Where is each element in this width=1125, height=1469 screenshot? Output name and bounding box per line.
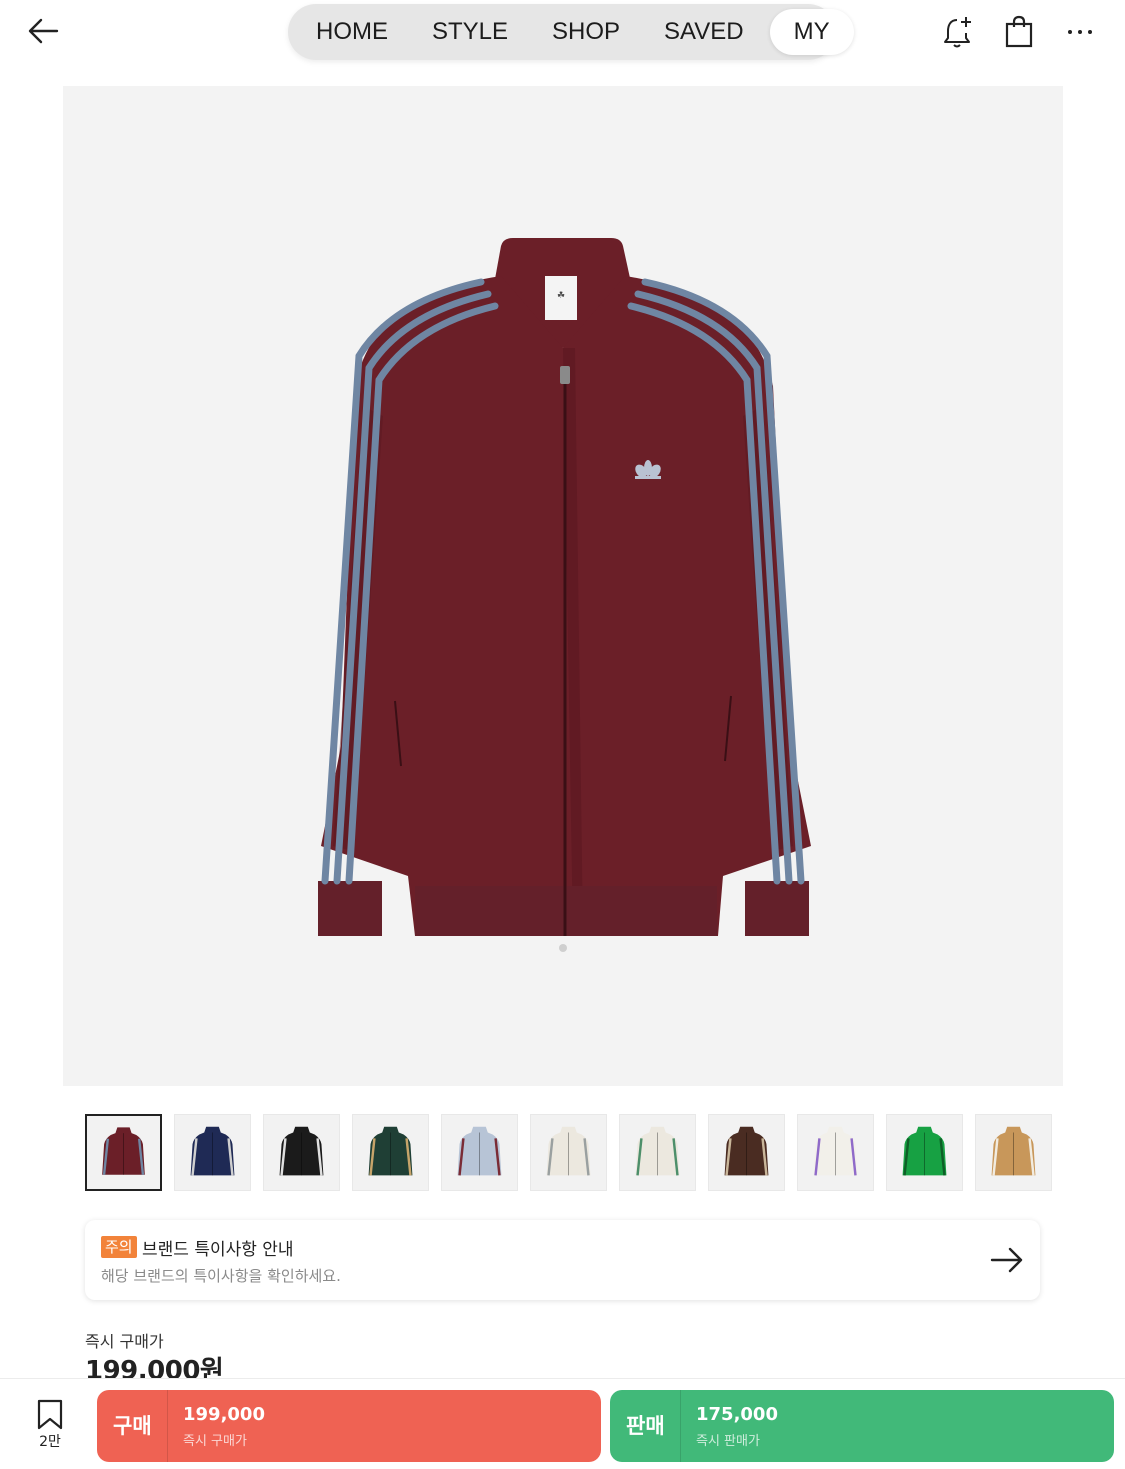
sell-button-price: 175,000 (696, 1404, 778, 1425)
jacket-thumbnail-image (457, 1126, 502, 1176)
color-thumbnail-3[interactable] (263, 1114, 340, 1191)
tab-home[interactable]: HOME (294, 9, 410, 55)
instant-buy-price-label: 즉시 구매가 (85, 1332, 164, 1351)
buy-button-price: 199,000 (183, 1404, 265, 1425)
sell-button-label: 판매 (626, 1414, 665, 1438)
buy-button-sub: 즉시 구매가 (183, 1434, 247, 1449)
color-thumbnail-6[interactable] (530, 1114, 607, 1191)
sell-button[interactable]: 판매 175,000 즉시 판매가 (610, 1390, 1114, 1462)
jacket-thumbnail-image (368, 1126, 413, 1176)
notice-subtitle: 해당 브랜드의 특이사항을 확인하세요. (101, 1267, 341, 1285)
bell-plus-icon (944, 17, 971, 48)
main-nav: HOME STYLE SHOP SAVED MY (288, 4, 854, 60)
shopping-bag-icon (1005, 15, 1033, 48)
jacket-thumbnail-image (724, 1126, 769, 1176)
buy-button[interactable]: 구매 199,000 즉시 구매가 (97, 1390, 601, 1462)
color-thumbnail-9[interactable] (797, 1114, 874, 1191)
alert-button[interactable] (938, 12, 978, 52)
color-thumbnail-2[interactable] (174, 1114, 251, 1191)
tab-saved[interactable]: SAVED (642, 9, 766, 55)
divider (680, 1390, 681, 1462)
color-thumbnail-5[interactable] (441, 1114, 518, 1191)
jacket-thumbnail-image (991, 1126, 1036, 1176)
back-button[interactable] (24, 12, 64, 52)
tab-my[interactable]: MY (769, 9, 854, 55)
bookmark-button[interactable]: 2만 (28, 1399, 72, 1453)
svg-text:☘: ☘ (557, 291, 565, 301)
jacket-thumbnail-image (902, 1126, 947, 1176)
sell-button-sub: 즉시 판매가 (696, 1434, 760, 1449)
color-thumbnail-11[interactable] (975, 1114, 1052, 1191)
tab-style[interactable]: STYLE (410, 9, 530, 55)
warning-badge: 주의 (101, 1236, 137, 1258)
color-thumbnail-1[interactable] (85, 1114, 162, 1191)
buy-button-label: 구매 (113, 1414, 152, 1438)
more-horizontal-icon (1068, 30, 1092, 34)
cart-button[interactable] (999, 12, 1039, 52)
bottom-action-bar: 2만 구매 199,000 즉시 구매가 판매 175,000 즉시 판매가 (0, 1378, 1125, 1469)
divider (167, 1390, 168, 1462)
jacket-thumbnail-image (635, 1126, 680, 1176)
jacket-thumbnail-image (102, 1127, 145, 1175)
top-bar: HOME STYLE SHOP SAVED MY (0, 0, 1125, 64)
jacket-thumbnail-image (813, 1126, 858, 1176)
more-button[interactable] (1060, 12, 1100, 52)
jacket-thumbnail-image (546, 1126, 591, 1176)
jacket-thumbnail-image (190, 1126, 235, 1176)
color-thumbnail-10[interactable] (886, 1114, 963, 1191)
color-thumbnails (85, 1114, 1052, 1191)
arrow-right-icon (990, 1247, 1023, 1273)
track-jacket-illustration: ☘ (318, 238, 811, 952)
bookmark-count: 2만 (39, 1434, 61, 1450)
color-thumbnail-7[interactable] (619, 1114, 696, 1191)
product-image[interactable]: ☘ (63, 86, 1063, 1086)
brand-notice-card[interactable]: 주의 브랜드 특이사항 안내 해당 브랜드의 특이사항을 확인하세요. (85, 1220, 1040, 1300)
bookmark-icon (37, 1399, 63, 1430)
color-thumbnail-4[interactable] (352, 1114, 429, 1191)
arrow-left-icon (28, 18, 59, 44)
jacket-thumbnail-image (279, 1126, 324, 1176)
tab-shop[interactable]: SHOP (530, 9, 642, 55)
notice-title: 브랜드 특이사항 안내 (142, 1240, 294, 1260)
color-thumbnail-8[interactable] (708, 1114, 785, 1191)
